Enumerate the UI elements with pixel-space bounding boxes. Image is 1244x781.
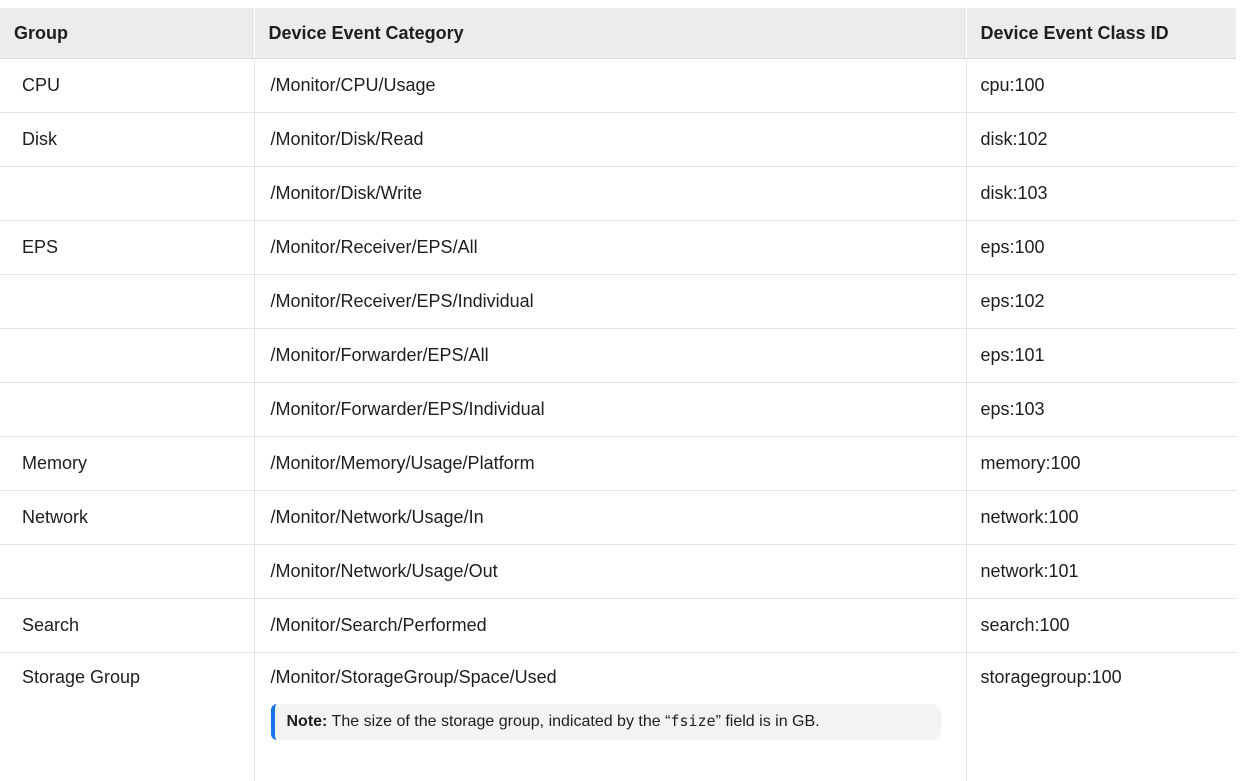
table-row: Network /Monitor/Network/Usage/In networ… bbox=[0, 490, 1236, 545]
cell-class-id: storagegroup:100 bbox=[980, 667, 1122, 687]
cell-group: Search bbox=[0, 598, 255, 653]
cell-category: /Monitor/Memory/Usage/Platform bbox=[254, 436, 967, 491]
note-accent-bar bbox=[270, 704, 277, 740]
table-row: Memory /Monitor/Memory/Usage/Platform me… bbox=[0, 436, 1236, 491]
cell-class-id: disk:103 bbox=[966, 166, 1236, 221]
cell-class-id: eps:102 bbox=[966, 274, 1236, 329]
cell-group: CPU bbox=[0, 58, 255, 113]
table-row: Search /Monitor/Search/Performed search:… bbox=[0, 598, 1236, 653]
note-text-before: The size of the storage group, indicated… bbox=[327, 713, 671, 730]
header-device-event-category: Device Event Category bbox=[254, 8, 967, 59]
cell-group bbox=[0, 166, 255, 221]
cell-category: /Monitor/Disk/Read bbox=[254, 112, 967, 167]
cell-class-id: cpu:100 bbox=[966, 58, 1236, 113]
cell-category: /Monitor/Receiver/EPS/Individual bbox=[254, 274, 967, 329]
table-row: Disk /Monitor/Disk/Read disk:102 bbox=[0, 112, 1236, 167]
cell-group bbox=[0, 274, 255, 329]
cell-category-text: /Monitor/StorageGroup/Space/Used bbox=[270, 667, 557, 687]
table-row: /Monitor/Disk/Write disk:103 bbox=[0, 166, 1236, 221]
cell-class-id: network:101 bbox=[966, 544, 1236, 599]
table-body: CPU /Monitor/CPU/Usage cpu:100 Disk /Mon… bbox=[0, 58, 1236, 781]
cell-class-id: eps:101 bbox=[966, 328, 1236, 383]
cell-category: /Monitor/Disk/Write bbox=[254, 166, 967, 221]
table-row: /Monitor/Receiver/EPS/Individual eps:102 bbox=[0, 274, 1236, 329]
cell-class-id: network:100 bbox=[966, 490, 1236, 545]
cell-group bbox=[0, 544, 255, 599]
table-row: EPS /Monitor/Receiver/EPS/All eps:100 bbox=[0, 220, 1236, 275]
cell-group: EPS bbox=[0, 220, 255, 275]
note-label: Note: bbox=[286, 713, 328, 730]
cell-group: Network bbox=[0, 490, 255, 545]
note-code: fsize bbox=[670, 712, 716, 730]
cell-category: /Monitor/Search/Performed bbox=[254, 598, 967, 653]
cell-group: Memory bbox=[0, 436, 255, 491]
cell-group bbox=[0, 328, 255, 383]
table-row: Storage Group /Monitor/StorageGroup/Spac… bbox=[0, 652, 1236, 781]
cell-category: /Monitor/Forwarder/EPS/All bbox=[254, 328, 967, 383]
cell-category: /Monitor/Receiver/EPS/All bbox=[254, 220, 967, 275]
cell-class-id: memory:100 bbox=[966, 436, 1236, 491]
note-callout: Note: The size of the storage group, ind… bbox=[270, 704, 941, 740]
cell-category: /Monitor/StorageGroup/Space/Used Note: T… bbox=[254, 652, 967, 781]
note-text-after: ” field is in GB. bbox=[715, 713, 820, 730]
table-row: /Monitor/Forwarder/EPS/Individual eps:10… bbox=[0, 382, 1236, 437]
cell-class-id: eps:100 bbox=[966, 220, 1236, 275]
cell-category: /Monitor/Network/Usage/In bbox=[254, 490, 967, 545]
cell-group: Disk bbox=[0, 112, 255, 167]
table-header: Group Device Event Category Device Event… bbox=[0, 8, 1236, 59]
cell-group bbox=[0, 382, 255, 437]
header-device-event-class-id: Device Event Class ID bbox=[966, 8, 1236, 59]
cell-category: /Monitor/Network/Usage/Out bbox=[254, 544, 967, 599]
table-row: /Monitor/Forwarder/EPS/All eps:101 bbox=[0, 328, 1236, 383]
table-row: /Monitor/Network/Usage/Out network:101 bbox=[0, 544, 1236, 599]
cell-category: /Monitor/CPU/Usage bbox=[254, 58, 967, 113]
cell-category: /Monitor/Forwarder/EPS/Individual bbox=[254, 382, 967, 437]
cell-class-id: search:100 bbox=[966, 598, 1236, 653]
device-event-table: Group Device Event Category Device Event… bbox=[0, 8, 1236, 781]
table-row: CPU /Monitor/CPU/Usage cpu:100 bbox=[0, 58, 1236, 113]
header-group: Group bbox=[0, 8, 255, 59]
header-row: Group Device Event Category Device Event… bbox=[0, 8, 1236, 59]
cell-group: Storage Group bbox=[0, 652, 255, 781]
cell-class-id: eps:103 bbox=[966, 382, 1236, 437]
cell-class-id: disk:102 bbox=[966, 112, 1236, 167]
document: Group Device Event Category Device Event… bbox=[0, 0, 1244, 781]
